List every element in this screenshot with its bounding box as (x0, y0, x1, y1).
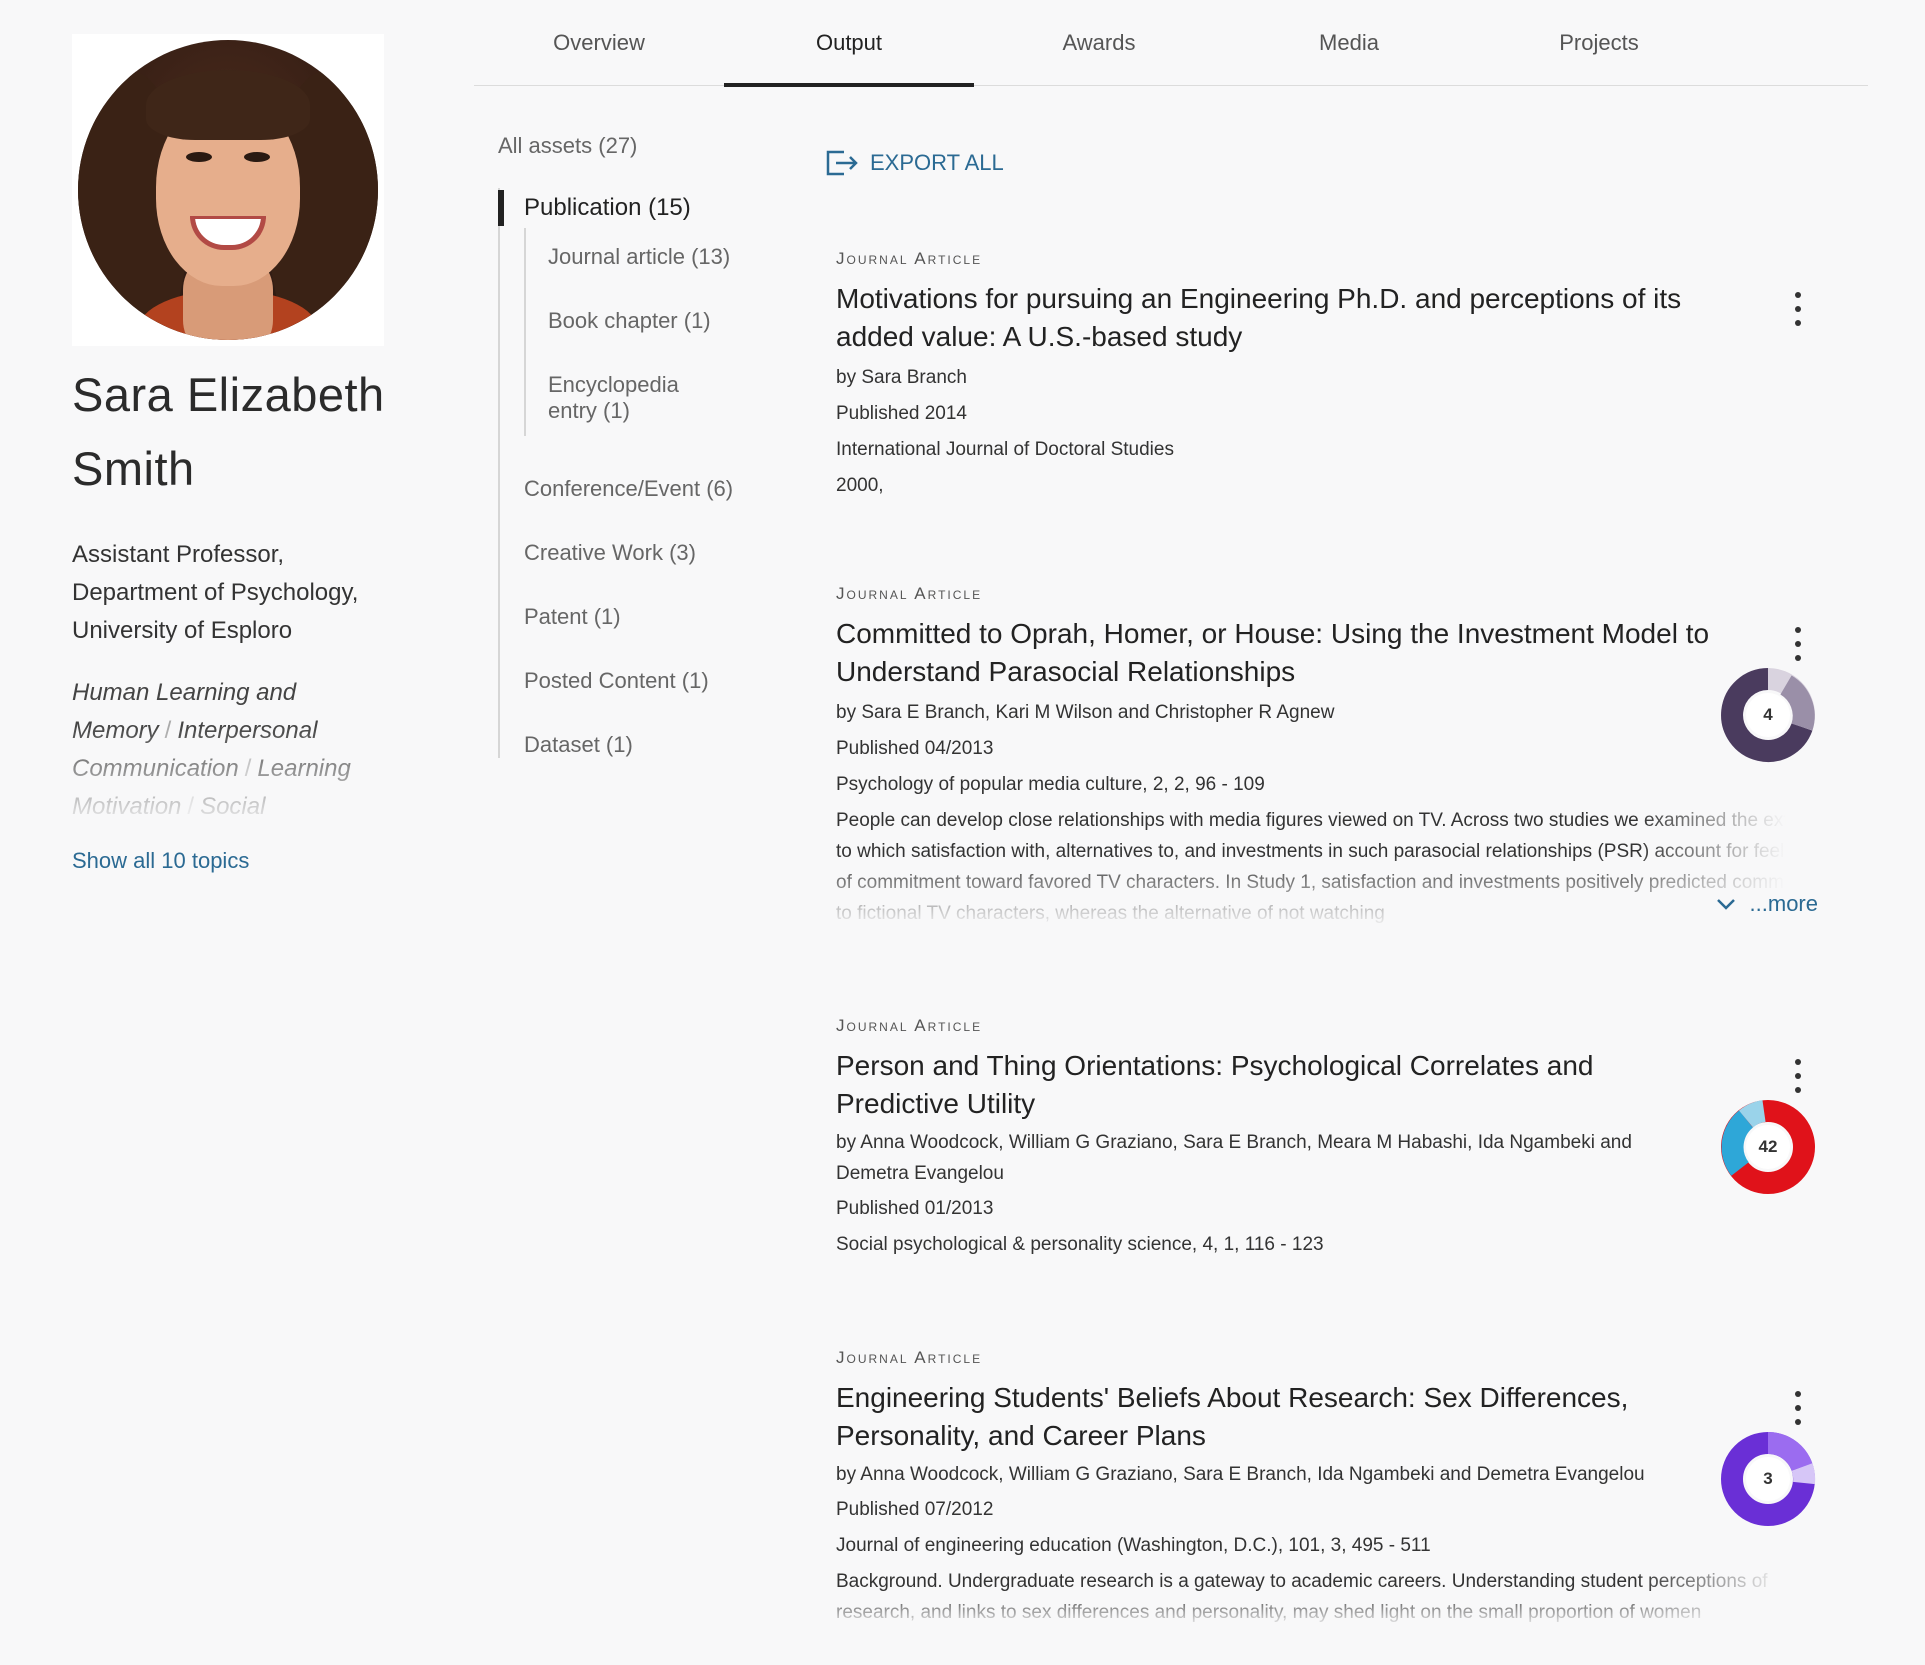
filter-publication[interactable]: Publication (15) (498, 188, 768, 228)
filter-journal-article[interactable]: Journal article (13) (526, 244, 768, 270)
title-line: University of Esploro (72, 617, 293, 644)
filter-publication-subtypes: Journal article (13) Book chapter (1) En… (524, 228, 768, 436)
tab-awards[interactable]: Awards (974, 0, 1224, 86)
tab-projects[interactable]: Projects (1474, 0, 1724, 86)
more-actions-icon[interactable] (1788, 1059, 1808, 1093)
topic[interactable]: self-esteem (213, 831, 337, 836)
profile-panel: Sara Elizabeth Smith Assistant Professor… (72, 34, 422, 874)
result-card: Journal Article Engineering Students' Be… (836, 1347, 1846, 1628)
result-title[interactable]: Person and Thing Orientations: Psycholog… (836, 1047, 1716, 1123)
result-card: Journal Article Person and Thing Orienta… (836, 1015, 1846, 1263)
result-card: Journal Article Committed to Oprah, Home… (836, 583, 1846, 929)
result-published: Published 04/2013 (836, 738, 994, 759)
filter-patent[interactable]: Patent (1) (500, 604, 768, 630)
topic[interactable]: Learning Motivation (72, 755, 351, 820)
filter-book-chapter[interactable]: Book chapter (1) (526, 308, 768, 334)
result-source: Psychology of popular media culture, 2, … (836, 774, 1265, 795)
filter-dataset[interactable]: Dataset (1) (500, 732, 768, 758)
altmetric-score: 3 (1763, 1469, 1773, 1488)
result-published: Published 2014 (836, 403, 967, 424)
chevron-down-icon (1716, 899, 1735, 910)
expand-abstract-link[interactable]: ...more (1716, 891, 1818, 917)
tab-output[interactable]: Output (724, 0, 974, 87)
profile-photo (78, 40, 378, 340)
more-label: ...more (1749, 891, 1818, 916)
result-authors: by Sara Branch (836, 367, 967, 388)
result-title[interactable]: Motivations for pursuing an Engineering … (836, 280, 1716, 356)
result-title[interactable]: Committed to Oprah, Homer, or House: Usi… (836, 615, 1716, 691)
filter-group: Publication (15) Journal article (13) Bo… (498, 188, 768, 758)
filter-creative-work[interactable]: Creative Work (3) (500, 540, 768, 566)
title-line: Department of Psychology, (72, 579, 359, 606)
export-icon (826, 150, 858, 176)
altmetric-score: 42 (1758, 1137, 1778, 1156)
title-line: Assistant Professor, (72, 541, 285, 568)
research-topics: Human Learning and Memory / Interpersonal … (72, 674, 422, 836)
result-abstract: People can develop close relationships w… (836, 805, 1836, 929)
asset-type: Journal Article (836, 584, 983, 603)
profile-photo-frame (72, 34, 384, 346)
result-abstract: Background. Undergraduate research is a … (836, 1566, 1836, 1628)
altmetric-score: 4 (1763, 705, 1773, 724)
result-published: Published 01/2013 (836, 1198, 994, 1219)
profile-name-line2: Smith (72, 442, 195, 495)
asset-type: Journal Article (836, 249, 983, 268)
filter-all-assets[interactable]: All assets (27) (498, 128, 768, 164)
result-source: International Journal of Doctoral Studie… (836, 439, 1174, 460)
export-all-button[interactable]: EXPORT ALL (824, 148, 1004, 178)
profile-name-line1: Sara Elizabeth (72, 368, 385, 421)
topic[interactable]: Social Psychology (72, 793, 265, 836)
result-title[interactable]: Engineering Students' Beliefs About Rese… (836, 1379, 1716, 1455)
topic[interactable]: Interpersonal Communication (72, 717, 317, 782)
profile-name: Sara Elizabeth Smith (72, 358, 422, 506)
result-authors: by Anna Woodcock, William G Graziano, Sa… (836, 1464, 1645, 1485)
asset-filters: All assets (27) Publication (15) Journal… (498, 128, 768, 776)
result-published: Published 07/2012 (836, 1499, 994, 1520)
asset-type: Journal Article (836, 1348, 983, 1367)
more-actions-icon[interactable] (1788, 292, 1808, 326)
profile-tabs: Overview Output Awards Media Projects (474, 0, 1868, 87)
tab-overview[interactable]: Overview (474, 0, 724, 86)
more-actions-icon[interactable] (1788, 627, 1808, 661)
filter-posted-content[interactable]: Posted Content (1) (500, 668, 768, 694)
altmetric-badge[interactable]: 4 (1716, 663, 1820, 767)
topic[interactable]: close (356, 831, 412, 836)
result-extra: 2000, (836, 475, 884, 496)
filter-other-types: Conference/Event (6) Creative Work (3) P… (500, 436, 768, 758)
altmetric-badge[interactable]: 3 (1716, 1427, 1820, 1531)
more-actions-icon[interactable] (1788, 1391, 1808, 1425)
topic[interactable]: Human Learning and Memory (72, 679, 296, 744)
result-card: Journal Article Motivations for pursuing… (836, 248, 1846, 504)
altmetric-badge[interactable]: 42 (1716, 1095, 1820, 1199)
result-authors: by Sara E Branch, Kari M Wilson and Chri… (836, 702, 1335, 723)
asset-type: Journal Article (836, 1016, 983, 1035)
result-source: Social psychological & personality scien… (836, 1234, 1324, 1255)
profile-title: Assistant Professor, Department of Psych… (72, 536, 422, 650)
result-source: Journal of engineering education (Washin… (836, 1535, 1431, 1556)
tab-media[interactable]: Media (1224, 0, 1474, 86)
filter-conference-event[interactable]: Conference/Event (6) (500, 476, 768, 502)
filter-encyclopedia-entry[interactable]: Encyclopedia entry (1) (526, 372, 679, 424)
export-all-label: EXPORT ALL (870, 150, 1004, 175)
show-all-topics-link[interactable]: Show all 10 topics (72, 848, 249, 874)
result-authors: by Anna Woodcock, William G Graziano, Sa… (836, 1132, 1632, 1184)
